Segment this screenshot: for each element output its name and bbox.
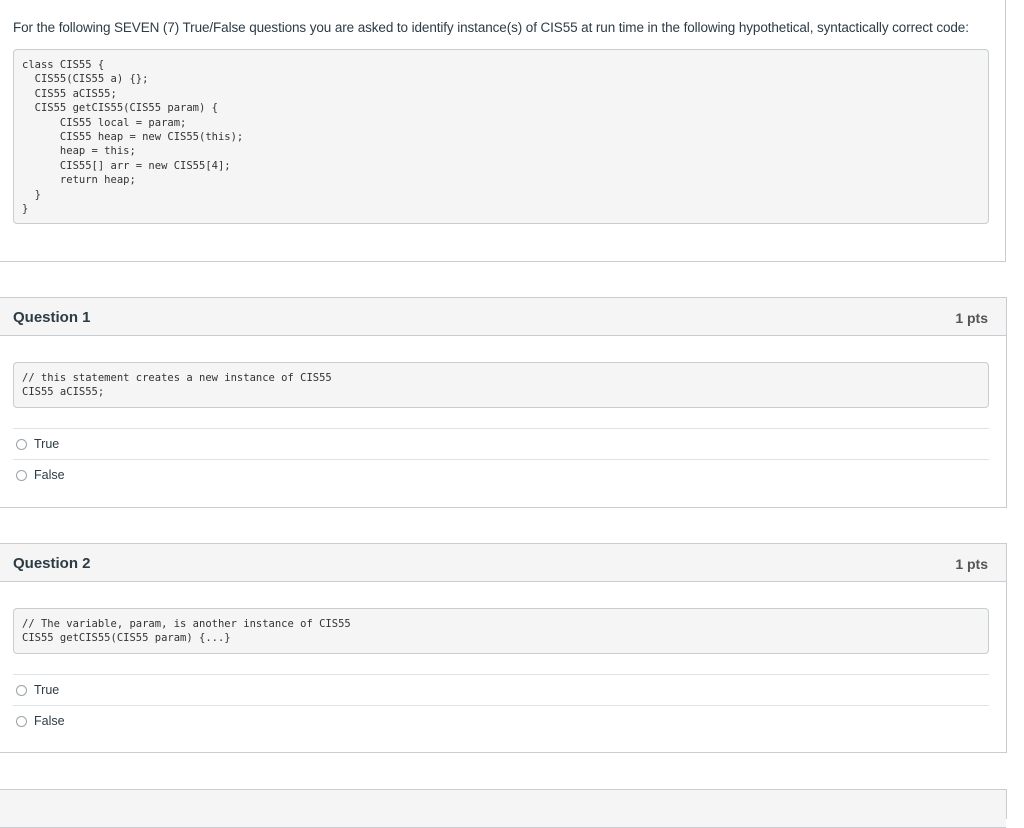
code-line: return heap; xyxy=(22,174,136,187)
question-header xyxy=(0,790,1006,828)
code-line: class CIS55 { xyxy=(22,59,105,71)
answer-label[interactable]: False xyxy=(34,714,65,728)
question-title: Question 1 xyxy=(13,309,91,326)
code-line: heap = this; xyxy=(22,145,136,158)
answer-false[interactable]: False xyxy=(13,705,989,736)
code-line: CIS55(CIS55 a) {}; xyxy=(22,73,149,86)
code-line: CIS55 aCIS55; xyxy=(22,87,117,100)
code-line: // The variable, param, is another insta… xyxy=(22,618,351,630)
code-line: CIS55 aCIS55; xyxy=(22,386,105,399)
question-3-card xyxy=(0,789,1007,828)
question-points: 1 pts xyxy=(955,556,988,572)
answer-label[interactable]: True xyxy=(34,683,59,697)
question-2-card: Question 2 1 pts // The variable, param,… xyxy=(0,543,1007,753)
answer-true[interactable]: True xyxy=(13,428,989,459)
code-line: CIS55 local = param; xyxy=(22,116,187,129)
radio-button[interactable] xyxy=(16,439,27,450)
question-1-card: Question 1 1 pts // this statement creat… xyxy=(0,297,1007,508)
answer-false[interactable]: False xyxy=(13,459,989,490)
radio-button[interactable] xyxy=(16,716,27,727)
intro-card: For the following SEVEN (7) True/False q… xyxy=(0,0,1006,262)
radio-button[interactable] xyxy=(16,685,27,696)
intro-text: For the following SEVEN (7) True/False q… xyxy=(13,20,969,35)
code-line: } xyxy=(22,188,41,201)
intro-code-block: class CIS55 { CIS55(CIS55 a) {}; CIS55 a… xyxy=(13,49,989,224)
answer-list: True False xyxy=(13,674,989,736)
code-line: // this statement creates a new instance… xyxy=(22,372,332,384)
code-line: CIS55 getCIS55(CIS55 param) { xyxy=(22,102,218,115)
answer-label[interactable]: False xyxy=(34,468,65,482)
code-line: CIS55 heap = new CIS55(this); xyxy=(22,130,244,143)
question-header: Question 2 1 pts xyxy=(0,544,1006,582)
answer-true[interactable]: True xyxy=(13,674,989,705)
question-points: 1 pts xyxy=(955,310,988,326)
answer-list: True False xyxy=(13,428,989,490)
code-line: } xyxy=(22,202,29,215)
answer-label[interactable]: True xyxy=(34,437,59,451)
question-header: Question 1 1 pts xyxy=(0,298,1006,336)
code-line: CIS55[] arr = new CIS55[4]; xyxy=(22,159,231,172)
question-code-block: // The variable, param, is another insta… xyxy=(13,608,989,654)
question-title: Question 2 xyxy=(13,555,91,572)
question-code-block: // this statement creates a new instance… xyxy=(13,362,989,408)
code-line: CIS55 getCIS55(CIS55 param) {...} xyxy=(22,632,231,645)
radio-button[interactable] xyxy=(16,470,27,481)
